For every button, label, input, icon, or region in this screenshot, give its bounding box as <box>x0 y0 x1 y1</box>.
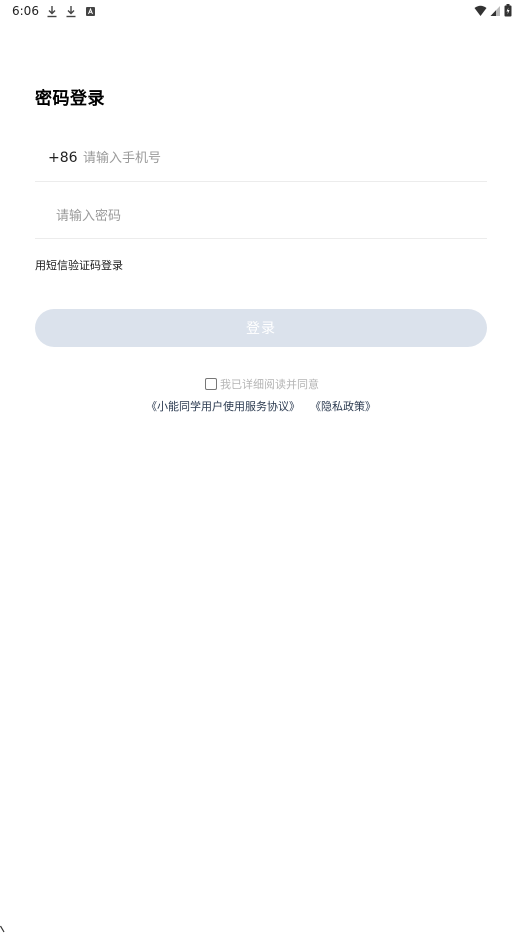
cell-signal-icon <box>490 2 501 21</box>
sms-login-link[interactable]: 用短信验证码登录 <box>35 257 123 273</box>
login-button[interactable]: 登录 <box>35 309 487 347</box>
download-icon <box>65 4 77 23</box>
status-bar: 6:06 <box>0 0 522 22</box>
corner-mark <box>0 918 5 933</box>
status-right-icons <box>474 2 512 21</box>
country-code-selector[interactable]: +86 <box>48 150 78 166</box>
password-row <box>35 196 487 239</box>
agree-text: 我已详细阅读并同意 <box>220 378 319 391</box>
password-input[interactable] <box>56 204 476 228</box>
a-notification-icon <box>85 4 96 23</box>
phone-number-input[interactable] <box>83 146 473 170</box>
status-time: 6:06 <box>12 4 39 18</box>
page-title: 密码登录 <box>35 89 105 109</box>
user-agreement-link[interactable]: 《小能同学用户使用服务协议》 <box>146 398 300 414</box>
agreements-row: 《小能同学用户使用服务协议》 《隐私政策》 <box>0 398 522 414</box>
wifi-icon <box>474 2 487 21</box>
download-icon <box>46 4 58 23</box>
privacy-policy-link[interactable]: 《隐私政策》 <box>310 398 376 414</box>
agree-row: 我已详细阅读并同意 <box>0 376 522 392</box>
phone-row: +86 <box>35 138 487 182</box>
agree-checkbox[interactable] <box>205 378 217 390</box>
battery-icon <box>504 2 512 21</box>
